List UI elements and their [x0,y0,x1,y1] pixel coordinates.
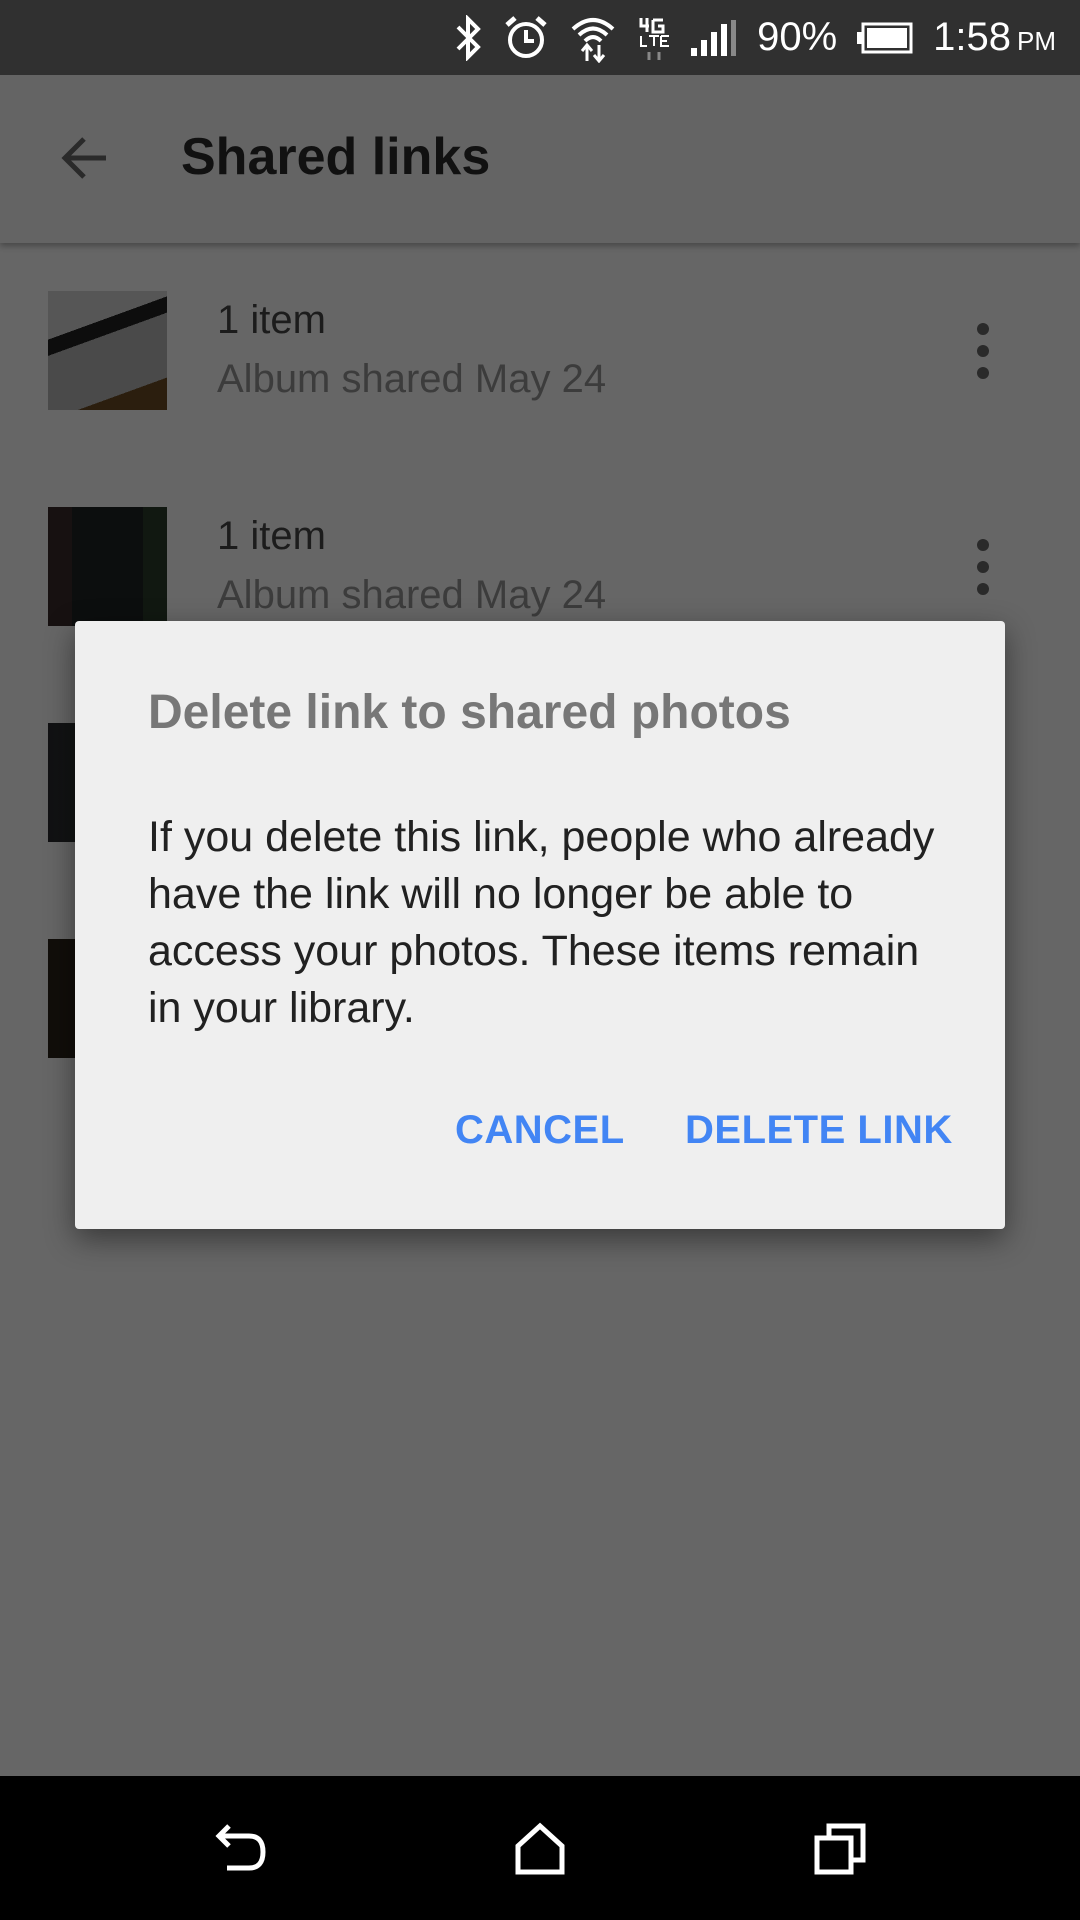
wifi-icon [571,17,615,63]
battery-percent: 90% [757,15,838,59]
item-count: 1 item [217,514,326,558]
battery-icon [857,22,913,53]
arrow-back-icon[interactable] [58,131,112,185]
recents-icon[interactable] [813,1822,867,1876]
more-vert-icon[interactable] [968,537,998,597]
back-icon[interactable] [213,1822,267,1876]
signal-icon [691,19,737,56]
clock: 1:58 PM [933,15,1056,60]
album-thumbnail [48,507,167,626]
navigation-bar [0,1776,1080,1920]
item-count: 1 item [217,298,326,342]
shared-date: Album shared May 24 [217,573,607,617]
dialog-title: Delete link to shared photos [148,686,791,739]
page-title: Shared links [181,128,491,186]
delete-link-dialog: Delete link to shared photos If you dele… [75,621,1005,1229]
clock-time: 1:58 [933,15,1011,59]
home-icon[interactable] [513,1822,567,1876]
status-bar: 90% 1:58 PM [0,0,1080,75]
dialog-message: If you delete this link, people who alre… [148,813,935,1032]
cancel-button[interactable]: CANCEL [455,1108,625,1153]
4g-lte-icon [639,17,670,60]
shared-date: Album shared May 24 [217,357,607,401]
delete-link-button[interactable]: DELETE LINK [685,1108,953,1153]
app-bar: Shared links [0,75,1080,243]
list-item[interactable]: 1 item Album shared May 24 [0,243,1080,459]
clock-ampm: PM [1017,26,1056,56]
bluetooth-icon [456,14,481,61]
album-thumbnail [48,291,167,410]
alarm-icon [505,15,547,58]
more-vert-icon[interactable] [968,321,998,381]
